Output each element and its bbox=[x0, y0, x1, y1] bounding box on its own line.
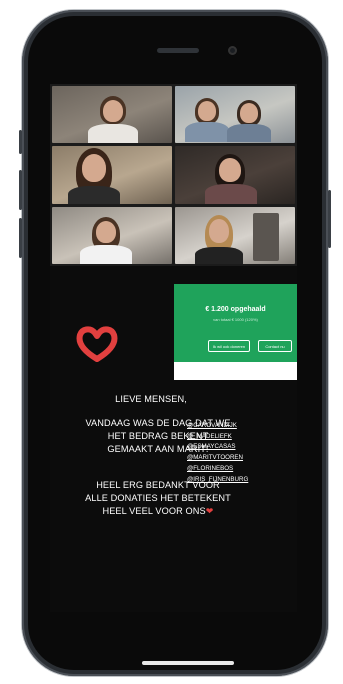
mention-tag[interactable]: @IRIS_FIJNENBURG bbox=[187, 475, 248, 486]
video-tile bbox=[175, 146, 295, 204]
phone-volume-down bbox=[19, 218, 22, 258]
message-line-text: HEEL VEEL VOOR ONS bbox=[102, 506, 206, 516]
video-call-grid bbox=[50, 84, 297, 266]
mention-tags: @CAROVANDIJK @_MADELIEFK @ESMAYCASAS @MA… bbox=[187, 421, 248, 485]
message-line: ALLE DONATIES HET BETEKENT bbox=[85, 493, 231, 503]
mention-tag[interactable]: @_MADELIEFK bbox=[187, 432, 248, 443]
story-screen[interactable]: € 1.200 opgehaald van totaal € 1000 (120… bbox=[50, 84, 297, 612]
donation-subtext: van totaal € 1000 (120%) bbox=[213, 317, 258, 322]
phone-volume-up bbox=[19, 170, 22, 210]
front-camera bbox=[228, 46, 237, 55]
donate-button[interactable]: Ik wil ook doneren bbox=[208, 340, 250, 352]
video-tile bbox=[52, 206, 172, 264]
video-tile bbox=[52, 146, 172, 204]
phone-side-button bbox=[19, 130, 22, 154]
phone-power-button bbox=[328, 190, 331, 248]
heart-sticker-icon bbox=[76, 326, 118, 362]
heart-emoji-icon: ❤ bbox=[205, 506, 214, 516]
greeting-text: LIEVE MENSEN, bbox=[115, 394, 187, 404]
speaker-grille bbox=[157, 48, 199, 53]
message-line: HEEL VEEL VOOR ONS❤ bbox=[50, 505, 268, 518]
video-tile bbox=[175, 86, 295, 144]
donation-amount: € 1.200 opgehaald bbox=[205, 306, 266, 313]
mention-tag[interactable]: @FLORINEBOS bbox=[187, 464, 248, 475]
video-tile bbox=[52, 86, 172, 144]
video-tile bbox=[175, 206, 295, 264]
mention-tag[interactable]: @CAROVANDIJK bbox=[187, 421, 248, 432]
mention-tag[interactable]: @MARITVTOOREN bbox=[187, 453, 248, 464]
donation-card: € 1.200 opgehaald van totaal € 1000 (120… bbox=[174, 284, 297, 380]
contact-button[interactable]: Contact nu bbox=[258, 340, 292, 352]
donation-banner: € 1.200 opgehaald van totaal € 1000 (120… bbox=[174, 284, 297, 362]
mention-tag[interactable]: @ESMAYCASAS bbox=[187, 442, 248, 453]
home-indicator[interactable] bbox=[142, 661, 234, 665]
